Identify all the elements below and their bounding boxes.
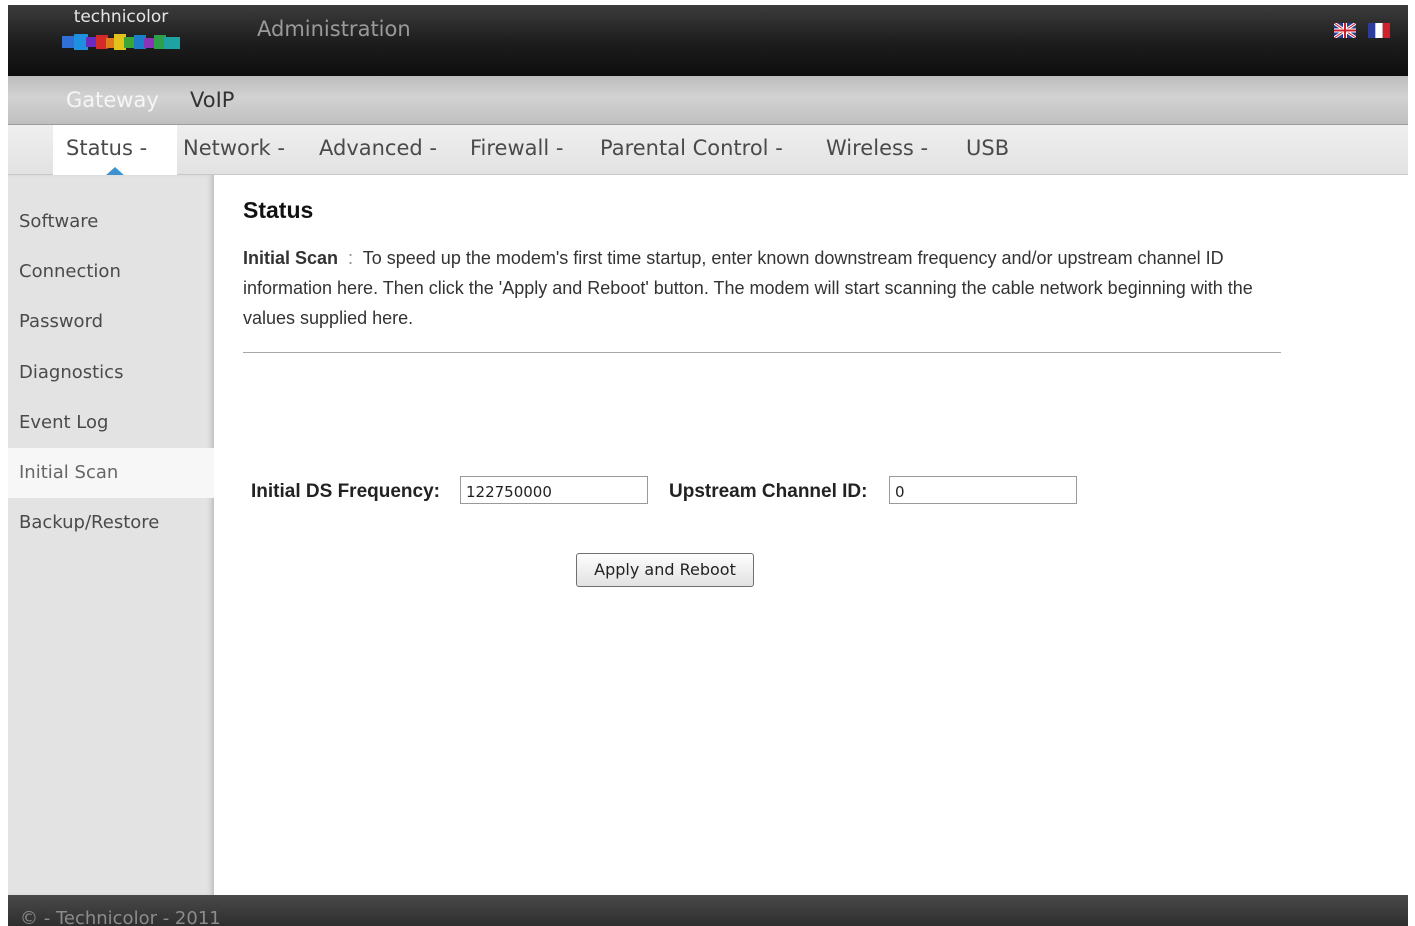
logo-wordmark: technicolor	[73, 7, 169, 27]
product-tabs: Gateway VoIP	[8, 76, 1408, 125]
app-title: Administration	[257, 17, 411, 41]
sidebar-item-diagnostics[interactable]: Diagnostics	[8, 348, 214, 398]
description-separator: :	[348, 248, 354, 268]
nav-advanced[interactable]: Advanced -	[319, 125, 437, 175]
footer: © - Technicolor - 2011	[8, 895, 1408, 926]
nav-usb[interactable]: USB	[966, 125, 1009, 175]
upstream-channel-input[interactable]: 0	[889, 476, 1077, 504]
sidebar-item-password[interactable]: Password	[8, 297, 214, 347]
main-content: Status Initial Scan : To speed up the mo…	[214, 175, 1408, 895]
sidebar-item-event-log[interactable]: Event Log	[8, 398, 214, 448]
ds-frequency-input[interactable]: 122750000	[460, 476, 648, 504]
uk-flag-icon[interactable]	[1334, 23, 1356, 38]
sidebar-item-software[interactable]: Software	[8, 197, 214, 247]
header: technicolor Administration	[8, 5, 1408, 76]
nav-status-label: Status -	[66, 136, 148, 160]
sidebar-item-backup-restore[interactable]: Backup/Restore	[8, 498, 214, 548]
main-nav: Status - Network - Advanced - Firewall -…	[8, 125, 1408, 176]
description: Initial Scan : To speed up the modem's f…	[243, 243, 1253, 333]
page-title: Status	[243, 197, 314, 223]
sidebar-item-connection[interactable]: Connection	[8, 247, 214, 297]
divider	[243, 352, 1281, 353]
sidebar: Software Connection Password Diagnostics…	[8, 175, 214, 895]
nav-wireless[interactable]: Wireless -	[826, 125, 928, 175]
technicolor-logo[interactable]: technicolor	[60, 7, 182, 57]
upstream-channel-label: Upstream Channel ID:	[669, 481, 868, 502]
nav-firewall[interactable]: Firewall -	[470, 125, 563, 175]
nav-parental-control[interactable]: Parental Control -	[600, 125, 783, 175]
logo-color-bar-icon	[62, 34, 180, 50]
language-selector	[1334, 23, 1390, 38]
nav-status[interactable]: Status -	[53, 125, 177, 176]
sidebar-item-initial-scan[interactable]: Initial Scan	[8, 448, 214, 498]
description-text: To speed up the modem's first time start…	[243, 248, 1253, 328]
tab-gateway[interactable]: Gateway	[66, 88, 159, 112]
tab-voip[interactable]: VoIP	[190, 88, 234, 112]
description-term: Initial Scan	[243, 248, 339, 268]
copyright-text: © - Technicolor - 2011	[20, 908, 221, 926]
fr-flag-icon[interactable]	[1368, 23, 1390, 38]
ds-frequency-label: Initial DS Frequency:	[251, 481, 440, 502]
app-frame: technicolor Administration Gateway VoIP …	[8, 5, 1408, 926]
apply-and-reboot-button[interactable]: Apply and Reboot	[576, 553, 754, 587]
nav-network[interactable]: Network -	[183, 125, 285, 175]
